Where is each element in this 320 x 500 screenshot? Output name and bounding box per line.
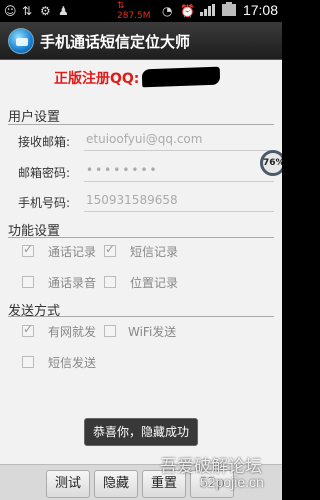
network-speed: 287.5M [117,11,151,21]
password-field[interactable]: •••••••• [86,160,274,182]
android-debug-icon: ⚙ [40,4,51,18]
app-icon [8,28,34,54]
email-label: 接收邮箱: [18,135,71,149]
field-underline [84,150,274,151]
email-field[interactable]: etuioofyui@qq.com [86,129,274,151]
phone-field[interactable]: 150931589658 [86,190,274,212]
call-log-label: 通话记录 [48,245,97,259]
section-divider [8,237,274,238]
sms-send-checkbox[interactable] [22,356,34,368]
usb-icon: ⇅ [22,4,33,18]
app-title: 手机通话短信定位大师 [40,33,191,51]
field-underline [84,181,274,182]
hide-button[interactable]: 隐藏 [94,470,138,498]
send-when-online-label: 有网就发 [48,325,97,339]
send-when-online-checkbox[interactable] [22,322,34,337]
watermark-url: 52pojie.cn [200,474,264,490]
title-bar: 手机通话短信定位大师 [0,22,282,60]
call-recording-label: 通话录音 [48,276,97,290]
call-recording-checkbox[interactable] [22,276,34,288]
location-log-checkbox[interactable] [104,276,116,288]
toast-message: 恭喜你，隐藏成功 [84,418,198,446]
test-button[interactable]: 测试 [46,470,90,498]
registration-label: 正版注册QQ: [54,71,140,87]
phone-label: 手机号码: [18,196,71,210]
qq-icon: ☺ [4,4,17,18]
user-settings-header: 用户设置 [8,110,61,125]
password-label: 邮箱密码: [18,166,71,180]
signal-icon [200,4,216,16]
call-log-checkbox[interactable] [22,242,34,257]
section-divider [8,316,274,317]
wifi-send-label: WiFi发送 [128,325,177,339]
section-divider [8,124,274,125]
status-bar: ☺ ⇅ ⚙ ♟ ⇅ 287.5M ◔ ⏰ 17:08 [0,0,282,22]
battery-icon [222,2,236,16]
android-icon: ♟ [58,4,69,18]
sms-send-label: 短信发送 [48,356,97,370]
alarm-icon: ⏰ [180,4,195,18]
wifi-send-checkbox[interactable] [104,325,116,337]
redaction-mark [141,66,221,88]
sms-log-label: 短信记录 [130,245,179,259]
wifi-icon: ◔ [162,4,173,18]
field-underline [84,211,274,212]
main-content: 正版注册QQ: 用户设置 接收邮箱: etuioofyui@qq.com 邮箱密… [0,60,282,464]
location-log-label: 位置记录 [130,276,179,290]
sms-log-checkbox[interactable] [104,242,116,257]
progress-badge[interactable]: 76% [260,150,282,176]
clock: 17:08 [242,2,278,18]
